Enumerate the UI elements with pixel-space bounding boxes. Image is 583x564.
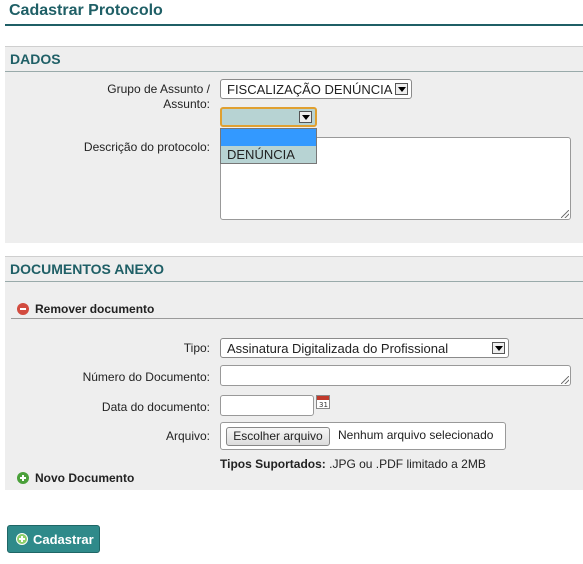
calendar-icon[interactable]: 31 — [316, 395, 330, 409]
cadastrar-button[interactable]: Cadastrar — [7, 525, 100, 553]
chevron-down-icon[interactable] — [299, 111, 312, 123]
resize-grip-icon[interactable] — [561, 376, 569, 384]
novo-documento-label: Novo Documento — [35, 471, 135, 485]
page-title: Cadastrar Protocolo — [9, 2, 163, 19]
resize-grip-icon[interactable] — [561, 210, 569, 218]
documento-divider — [11, 318, 583, 319]
dados-heading: DADOS — [10, 51, 61, 67]
tipos-suportados-label: Tipos Suportados: — [220, 457, 326, 471]
chevron-down-icon[interactable] — [492, 342, 505, 354]
data-documento-input[interactable] — [220, 395, 314, 416]
assunto-label-text: Assunto: — [163, 97, 210, 111]
anexo-header: DOCUMENTOS ANEXO — [5, 256, 583, 282]
chevron-down-icon[interactable] — [395, 83, 408, 95]
descricao-label: Descrição do protocolo: — [83, 140, 210, 154]
assunto-option-denuncia[interactable]: DENÚNCIA — [221, 146, 316, 163]
file-status: Nenhum arquivo selecionado — [338, 428, 494, 442]
remover-documento-label: Remover documento — [35, 302, 155, 316]
numero-documento-input[interactable] — [220, 365, 571, 386]
assunto-select[interactable] — [220, 107, 317, 127]
grupo-label-text: Grupo de Assunto / — [107, 82, 210, 96]
numero-label: Número do Documento: — [82, 370, 210, 384]
tipo-select-value: Assinatura Digitalizada do Profissional — [227, 341, 449, 356]
tipo-select[interactable]: Assinatura Digitalizada do Profissional — [220, 338, 509, 358]
plus-circle-icon — [17, 472, 29, 484]
cadastrar-label: Cadastrar — [33, 532, 94, 547]
minus-circle-icon — [17, 303, 29, 315]
grupo-select-value: FISCALIZAÇÃO DENÚNCIA — [227, 82, 393, 97]
grupo-select[interactable]: FISCALIZAÇÃO DENÚNCIA — [220, 79, 412, 99]
grupo-label: Grupo de Assunto / Assunto: — [60, 82, 210, 112]
dados-header: DADOS — [5, 46, 583, 72]
file-input[interactable]: Escolher arquivo Nenhum arquivo selecion… — [220, 422, 506, 450]
anexo-heading: DOCUMENTOS ANEXO — [10, 261, 165, 277]
escolher-arquivo-button[interactable]: Escolher arquivo — [226, 427, 330, 446]
tipo-label: Tipo: — [183, 341, 210, 355]
assunto-dropdown-list: DENÚNCIA — [220, 128, 317, 164]
title-divider — [5, 24, 583, 26]
arquivo-label: Arquivo: — [165, 429, 210, 443]
assunto-option-blank[interactable] — [221, 129, 316, 146]
tipos-suportados-text: .JPG ou .PDF limitado a 2MB — [325, 457, 486, 471]
data-label: Data do documento: — [101, 400, 210, 414]
tipos-suportados: Tipos Suportados: .JPG ou .PDF limitado … — [220, 457, 486, 471]
plus-circle-icon — [16, 533, 28, 545]
